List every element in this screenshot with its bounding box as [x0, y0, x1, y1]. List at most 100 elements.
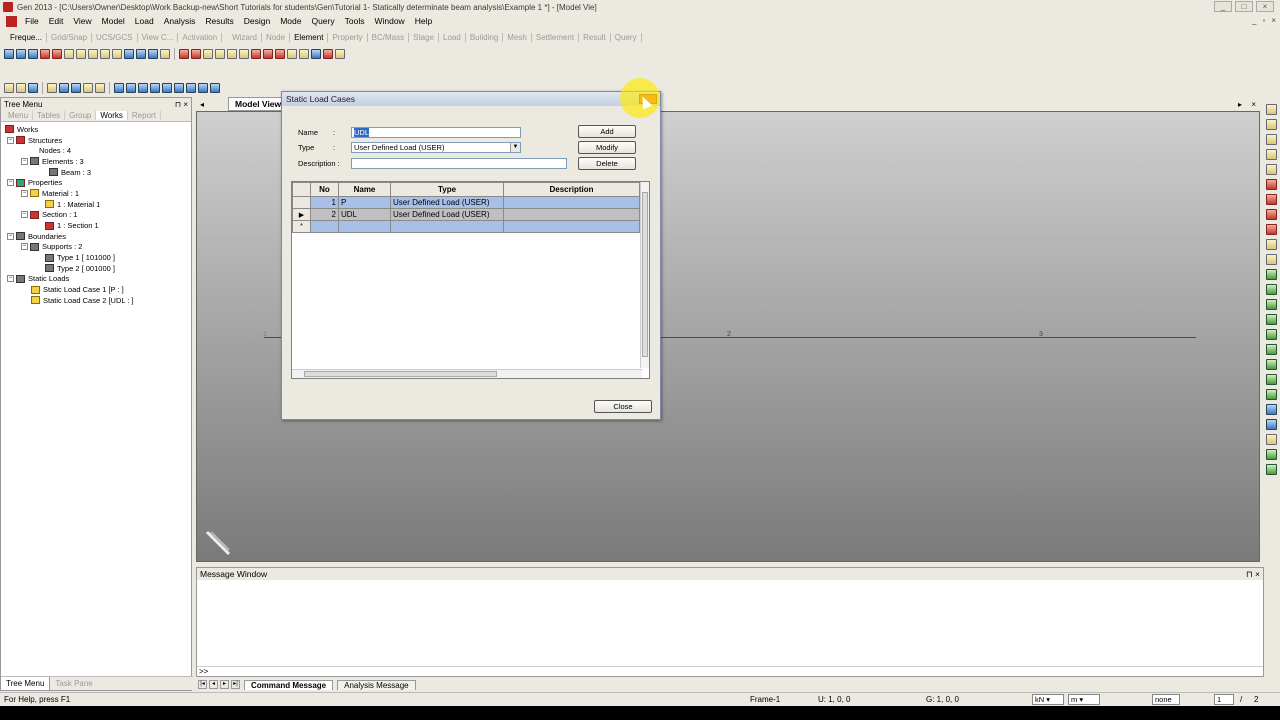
select-previous-icon[interactable]: [100, 49, 110, 59]
delete-element-icon[interactable]: [275, 49, 285, 59]
mdi-restore-icon[interactable]: ▫: [1262, 16, 1265, 25]
zoom-fit-icon[interactable]: [1266, 149, 1277, 160]
save-view-icon[interactable]: [1266, 404, 1277, 415]
menu-model[interactable]: Model: [97, 16, 130, 26]
y-axis-icon[interactable]: [1266, 389, 1277, 400]
tree-node-elements[interactable]: − Elements : 3: [3, 156, 191, 167]
tree-node-supports[interactable]: − Supports : 2: [3, 242, 191, 253]
restore-view-icon[interactable]: [1266, 419, 1277, 430]
tree-node-nodes[interactable]: Nodes : 4: [3, 145, 191, 156]
table-row[interactable]: 1 P User Defined Load (USER): [292, 196, 640, 209]
select-single-icon[interactable]: [16, 49, 26, 59]
collapse-icon[interactable]: −: [21, 157, 28, 165]
tab-node[interactable]: Node: [262, 33, 291, 42]
extrude-icon[interactable]: [287, 49, 297, 59]
node-number-icon[interactable]: [198, 83, 208, 93]
collapse-icon[interactable]: −: [21, 243, 28, 251]
collapse-icon[interactable]: −: [21, 189, 28, 197]
print-icon[interactable]: [160, 49, 170, 59]
element-create-icon[interactable]: [191, 49, 201, 59]
tree-node-beam[interactable]: Beam : 3: [3, 167, 191, 178]
tab-activation[interactable]: Activation: [178, 33, 223, 42]
maximize-button[interactable]: □: [1235, 1, 1253, 12]
col-header-name[interactable]: Name: [338, 182, 391, 197]
cell-name[interactable]: [338, 220, 391, 233]
menu-tools[interactable]: Tools: [340, 16, 370, 26]
vertical-scrollbar[interactable]: [640, 182, 649, 368]
select-icon[interactable]: [4, 49, 14, 59]
cell-description[interactable]: [503, 208, 640, 221]
tree-node-boundaries[interactable]: − Boundaries: [3, 231, 191, 242]
cut-icon[interactable]: [47, 83, 57, 93]
menu-window[interactable]: Window: [369, 16, 409, 26]
new-file-icon[interactable]: [4, 83, 14, 93]
view-close-icon[interactable]: ×: [1251, 100, 1256, 109]
tab-wizard[interactable]: Wizard: [228, 33, 262, 42]
tab-property[interactable]: Property: [328, 33, 368, 42]
arrow-left-icon[interactable]: [1266, 179, 1277, 190]
tab-mesh[interactable]: Mesh: [503, 33, 532, 42]
scrollbar-thumb[interactable]: [642, 192, 648, 357]
rotate-view-icon[interactable]: [1266, 239, 1277, 250]
intersect-icon[interactable]: [299, 49, 309, 59]
cell-name[interactable]: P: [338, 196, 391, 209]
select-window-icon[interactable]: [28, 49, 38, 59]
right-view-icon[interactable]: [1266, 329, 1277, 340]
new-row[interactable]: *: [292, 220, 640, 233]
tree-node-support-type-2[interactable]: Type 2 [ 001000 ]: [3, 263, 191, 274]
tab-load[interactable]: Load: [439, 33, 466, 42]
save-icon[interactable]: [28, 83, 38, 93]
scroll-right-icon[interactable]: ▸: [1238, 100, 1242, 109]
filter-select[interactable]: none ▾: [1152, 694, 1180, 713]
left-view-icon[interactable]: [1266, 314, 1277, 325]
merge-icon[interactable]: [263, 49, 273, 59]
arrow-down-icon[interactable]: [1266, 224, 1277, 235]
mirror-icon[interactable]: [239, 49, 249, 59]
tree-node-static-loads[interactable]: − Static Loads: [3, 274, 191, 285]
mdi-close-icon[interactable]: ×: [1271, 16, 1276, 25]
element-number-icon[interactable]: [210, 83, 220, 93]
current-row-arrow-icon[interactable]: ▶: [292, 208, 311, 221]
menu-help[interactable]: Help: [410, 16, 437, 26]
new-row-marker[interactable]: *: [292, 220, 311, 233]
menu-file[interactable]: File: [20, 16, 44, 26]
horizontal-scrollbar[interactable]: [292, 369, 642, 378]
tab-command-message[interactable]: Command Message: [244, 679, 334, 690]
cell-no[interactable]: 2: [310, 208, 339, 221]
menu-load[interactable]: Load: [130, 16, 159, 26]
menu-mode[interactable]: Mode: [275, 16, 306, 26]
view-front-icon[interactable]: [114, 83, 124, 93]
display-option-icon[interactable]: [186, 83, 196, 93]
tab-bc-mass[interactable]: BC/Mass: [368, 33, 410, 42]
collapse-icon[interactable]: −: [7, 179, 14, 187]
length-unit-select[interactable]: m ▾: [1068, 694, 1100, 705]
cell-description[interactable]: [503, 220, 640, 233]
search-icon[interactable]: [1266, 434, 1277, 445]
col-header-description[interactable]: Description: [503, 182, 640, 197]
modify-button[interactable]: Modify: [578, 141, 636, 154]
tree-node-section[interactable]: − Section : 1: [3, 210, 191, 221]
pan-icon[interactable]: [1266, 164, 1277, 175]
bottom-tab-task-pane[interactable]: Task Pane: [50, 677, 97, 690]
front-view-icon[interactable]: [1266, 344, 1277, 355]
iso-view-icon[interactable]: [1266, 269, 1277, 280]
tab-element[interactable]: Element: [290, 33, 329, 42]
mdi-minimize-icon[interactable]: _: [1252, 16, 1256, 25]
message-close-icon[interactable]: ×: [1255, 569, 1260, 579]
view-top-icon[interactable]: [126, 83, 136, 93]
message-pin-icon[interactable]: ⊓: [1246, 569, 1253, 579]
cell-no[interactable]: 1: [310, 196, 339, 209]
menu-edit[interactable]: Edit: [44, 16, 69, 26]
collapse-icon[interactable]: −: [7, 232, 14, 240]
unselect-all-icon[interactable]: [148, 49, 158, 59]
tab-stage[interactable]: Stage: [409, 33, 440, 42]
tree-node-support-type-1[interactable]: Type 1 [ 101000 ]: [3, 252, 191, 263]
select-polygon-icon[interactable]: [40, 49, 50, 59]
navigate-icon[interactable]: [1266, 464, 1277, 475]
tab-settlement[interactable]: Settlement: [532, 33, 580, 42]
type-select[interactable]: User Defined Load (USER) ▼: [351, 142, 521, 153]
collapse-icon[interactable]: −: [21, 211, 28, 219]
tree-node-properties[interactable]: − Properties: [3, 177, 191, 188]
name-input[interactable]: UDL: [351, 127, 521, 138]
arrow-right-icon[interactable]: [1266, 194, 1277, 205]
